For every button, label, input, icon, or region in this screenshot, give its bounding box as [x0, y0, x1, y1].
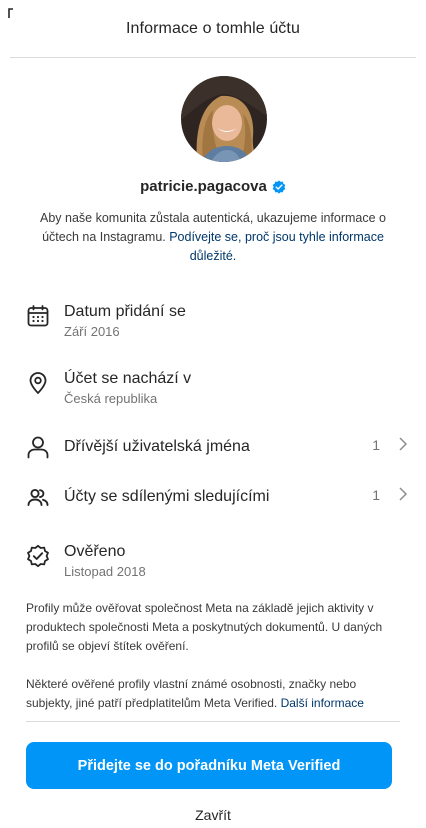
verified-label: Ověřeno — [64, 543, 126, 560]
former-usernames-count: 1 — [372, 437, 380, 453]
shared-followers-label: Účty se sdílenými sledujícími — [64, 488, 270, 505]
learn-more-link[interactable]: Další informace — [281, 696, 364, 710]
verified-badge-outline-icon — [24, 542, 52, 570]
location-value: Česká republika — [64, 391, 158, 406]
content-divider — [26, 721, 400, 722]
avatar-image — [181, 76, 267, 162]
location-pin-icon — [24, 369, 52, 397]
users-icon — [24, 483, 52, 511]
close-button[interactable]: Zavřít — [0, 801, 426, 828]
calendar-icon — [24, 302, 52, 330]
header-divider — [10, 57, 416, 58]
dialog-header: Informace o tomhle účtu — [0, 0, 426, 57]
row-date-joined: Datum přidání se Září 2016 — [24, 302, 414, 341]
row-verified: Ověřeno Listopad 2018 — [24, 542, 414, 581]
dialog-title: Informace o tomhle účtu — [126, 19, 300, 37]
verification-note: Profily může ověřovat společnost Meta na… — [26, 601, 383, 653]
row-former-usernames[interactable]: Dřívější uživatelská jména 1 — [24, 433, 414, 461]
date-joined-value: Září 2016 — [64, 324, 120, 339]
shared-followers-count: 1 — [372, 487, 380, 503]
date-joined-label: Datum přidání se — [64, 303, 186, 320]
location-label: Účet se nachází v — [64, 370, 192, 387]
verified-date: Listopad 2018 — [64, 564, 146, 579]
former-usernames-label: Dřívější uživatelská jména — [64, 438, 250, 455]
verified-badge-icon — [272, 179, 286, 194]
chevron-right-icon — [399, 437, 408, 451]
user-outline-icon — [24, 433, 52, 461]
row-location: Účet se nachází v Česká republika — [24, 369, 414, 408]
username-row: patricie.pagacova — [0, 178, 426, 195]
chevron-right-icon — [399, 487, 408, 501]
row-shared-followers[interactable]: Účty se sdílenými sledujícími 1 — [24, 483, 414, 511]
intro-text: Aby naše komunita zůstala autentická, uk… — [24, 209, 402, 266]
username: patricie.pagacova — [140, 178, 267, 195]
join-meta-verified-button[interactable]: Přidejte se do pořadníku Meta Verified — [26, 742, 392, 789]
avatar — [181, 76, 267, 162]
meta-verified-note: Některé ověřené profily vlastní známé os… — [26, 675, 402, 713]
why-important-link[interactable]: Podívejte se, proč jsou tyhle informace … — [169, 230, 384, 263]
